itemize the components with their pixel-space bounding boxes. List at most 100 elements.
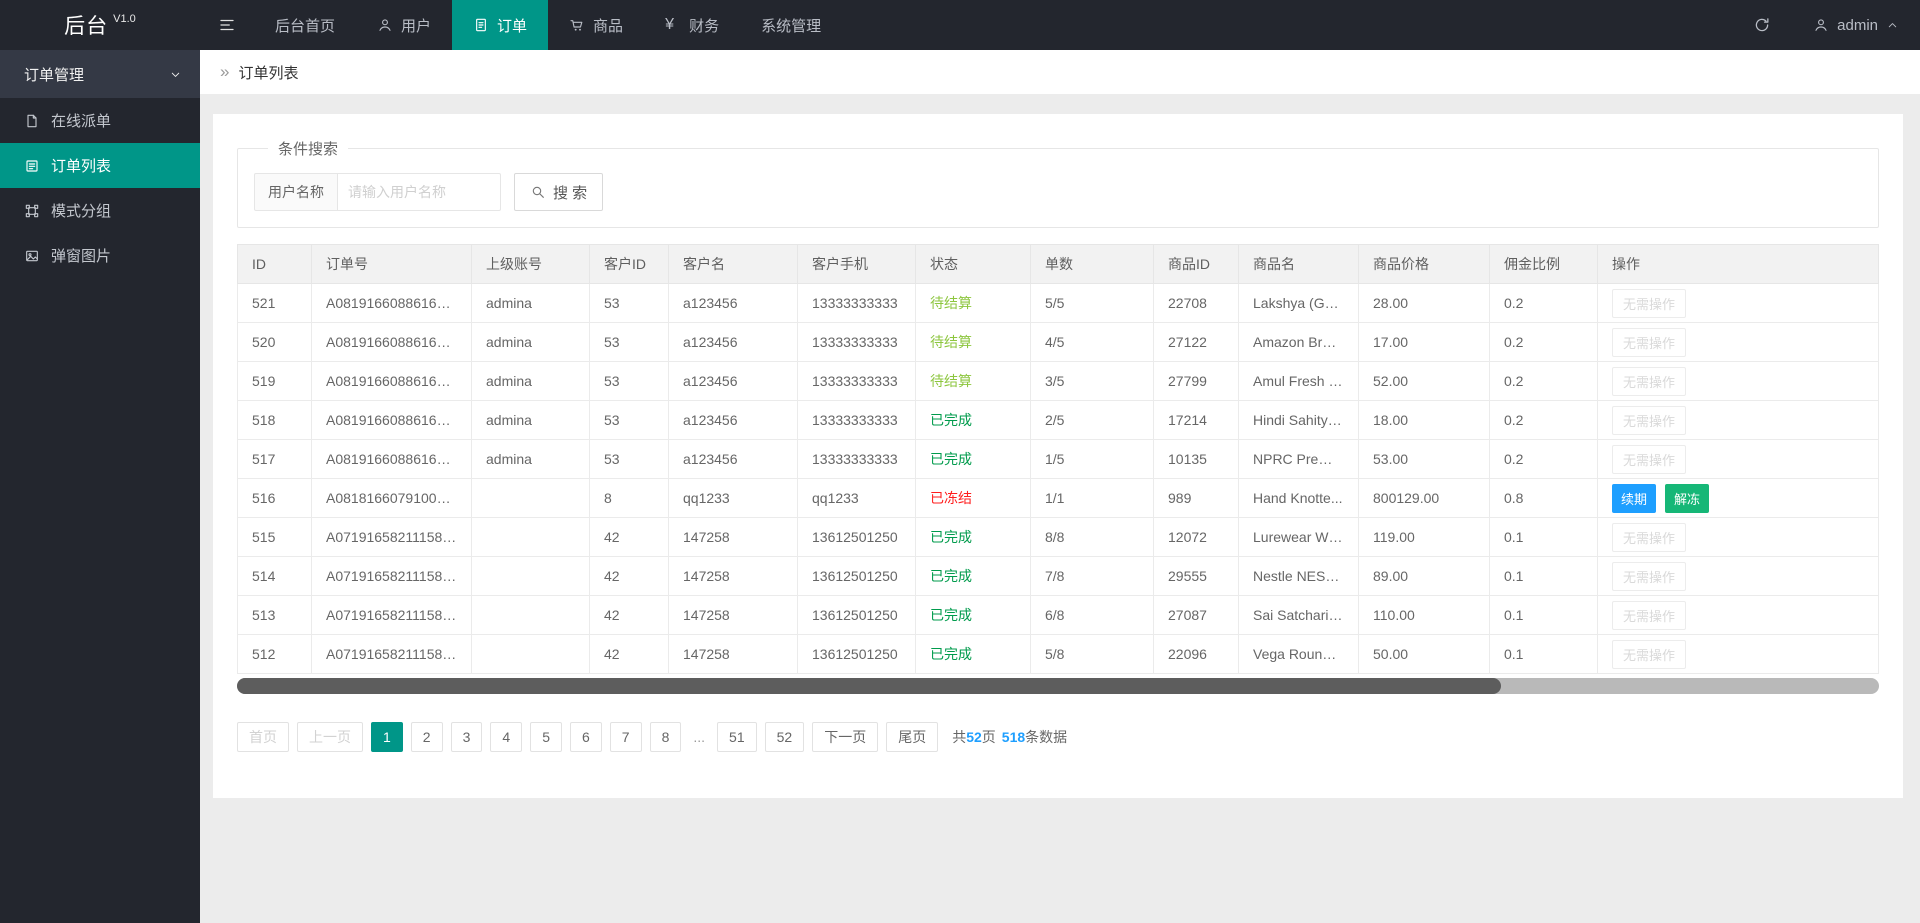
cell-price: 52.00 xyxy=(1359,362,1490,401)
page-5[interactable]: 5 xyxy=(530,722,562,752)
cell-parent xyxy=(472,557,590,596)
main-area: » 订单列表 条件搜索 用户名称 搜 xyxy=(200,50,1920,923)
summary-records-unit: 条数据 xyxy=(1025,729,1067,745)
page-2[interactable]: 2 xyxy=(411,722,443,752)
nav-tab-home[interactable]: 后台首页 xyxy=(254,0,356,50)
cell-id: 519 xyxy=(238,362,312,401)
cell-price: 110.00 xyxy=(1359,596,1490,635)
cell-parent: admina xyxy=(472,362,590,401)
yen-icon: ¥ xyxy=(665,17,681,33)
cell-product-name: Hindi Sahitya ... xyxy=(1239,401,1359,440)
nav-tab-goods[interactable]: 商品 xyxy=(548,0,644,50)
cell-parent: admina xyxy=(472,323,590,362)
page-3[interactable]: 3 xyxy=(451,722,483,752)
refresh-button[interactable] xyxy=(1732,0,1792,50)
nav-tab-label: 后台首页 xyxy=(275,15,335,36)
no-action-button: 无需操作 xyxy=(1612,328,1686,357)
scrollbar-thumb[interactable] xyxy=(237,678,1501,694)
brand-logo[interactable]: 后台V1.0 xyxy=(0,0,200,50)
cell-id: 512 xyxy=(238,635,312,674)
horizontal-scrollbar[interactable] xyxy=(237,678,1879,694)
top-navbar: 后台V1.0 后台首页用户订单商品¥财务系统管理 admin xyxy=(0,0,1920,50)
cell-product-name: Hand Knotte... xyxy=(1239,479,1359,518)
file-icon xyxy=(24,113,40,129)
search-legend: 条件搜索 xyxy=(268,138,348,159)
cell-order-no: A08191660886169163 xyxy=(312,284,472,323)
cell-product-name: Amul Fresh P... xyxy=(1239,362,1359,401)
username-input[interactable] xyxy=(338,173,501,211)
page-7[interactable]: 7 xyxy=(610,722,642,752)
cell-price: 53.00 xyxy=(1359,440,1490,479)
cell-parent xyxy=(472,479,590,518)
status-badge: 已完成 xyxy=(930,451,972,467)
sidebar-group-order-management[interactable]: 订单管理 xyxy=(0,50,200,98)
unfreeze-button[interactable]: 解冻 xyxy=(1665,484,1709,513)
nav-tab-system[interactable]: 系统管理 xyxy=(740,0,842,50)
status-badge: 待结算 xyxy=(930,373,972,389)
column-header: 客户ID xyxy=(590,245,669,284)
status-badge: 已冻结 xyxy=(930,490,972,506)
cart-icon xyxy=(569,17,585,33)
table-row: 513A071916582111588394214725813612501250… xyxy=(238,596,1879,635)
cell-ops: 无需操作 xyxy=(1598,596,1879,635)
cell-status: 待结算 xyxy=(916,323,1031,362)
sidebar-item-mode-group[interactable]: 模式分组 xyxy=(0,188,200,233)
page-last[interactable]: 尾页 xyxy=(886,722,938,752)
cell-customer-phone: 13333333333 xyxy=(798,323,916,362)
navbar-right: admin xyxy=(1732,0,1920,50)
cell-ratio: 0.8 xyxy=(1490,479,1598,518)
nav-tab-users[interactable]: 用户 xyxy=(356,0,452,50)
cell-ratio: 0.1 xyxy=(1490,596,1598,635)
top-nav-tabs: 后台首页用户订单商品¥财务系统管理 xyxy=(254,0,842,50)
cell-ratio: 0.1 xyxy=(1490,557,1598,596)
cell-count: 1/1 xyxy=(1031,479,1154,518)
menu-toggle-button[interactable] xyxy=(200,0,254,50)
page-4[interactable]: 4 xyxy=(490,722,522,752)
renew-button[interactable]: 续期 xyxy=(1612,484,1656,513)
cell-status: 待结算 xyxy=(916,284,1031,323)
cell-parent: admina xyxy=(472,401,590,440)
table-row: 512A071916582111583314214725813612501250… xyxy=(238,635,1879,674)
username-field-label: 用户名称 xyxy=(254,173,338,211)
nav-tab-finance[interactable]: ¥财务 xyxy=(644,0,740,50)
page-prev: 上一页 xyxy=(297,722,363,752)
column-header: 操作 xyxy=(1598,245,1879,284)
cell-status: 已完成 xyxy=(916,401,1031,440)
sidebar-group-label: 订单管理 xyxy=(24,64,84,85)
no-action-button: 无需操作 xyxy=(1612,406,1686,435)
nav-tab-orders[interactable]: 订单 xyxy=(452,0,548,50)
brand-version: V1.0 xyxy=(113,13,136,25)
cell-count: 1/5 xyxy=(1031,440,1154,479)
page-52[interactable]: 52 xyxy=(765,722,805,752)
column-header: 上级账号 xyxy=(472,245,590,284)
cell-customer-id: 42 xyxy=(590,557,669,596)
cell-customer-phone: 13333333333 xyxy=(798,284,916,323)
page-8[interactable]: 8 xyxy=(650,722,682,752)
cell-customer-name: qq1233 xyxy=(669,479,798,518)
search-button[interactable]: 搜 索 xyxy=(514,173,603,211)
page-next[interactable]: 下一页 xyxy=(812,722,878,752)
page-51[interactable]: 51 xyxy=(717,722,757,752)
sidebar-item-popup-image[interactable]: 弹窗图片 xyxy=(0,233,200,278)
cell-ops: 无需操作 xyxy=(1598,284,1879,323)
user-menu[interactable]: admin xyxy=(1792,0,1920,50)
page-6[interactable]: 6 xyxy=(570,722,602,752)
cell-ops: 无需操作 xyxy=(1598,518,1879,557)
summary-total-records: 518 xyxy=(1002,729,1025,745)
cell-product-name: Vega Round ... xyxy=(1239,635,1359,674)
chevron-down-icon xyxy=(169,68,182,81)
cell-customer-id: 42 xyxy=(590,596,669,635)
sidebar-item-online-dispatch[interactable]: 在线派单 xyxy=(0,98,200,143)
cell-price: 28.00 xyxy=(1359,284,1490,323)
status-badge: 已完成 xyxy=(930,607,972,623)
column-header: 单数 xyxy=(1031,245,1154,284)
sidebar-item-label: 弹窗图片 xyxy=(51,245,111,266)
sidebar-item-order-list[interactable]: 订单列表 xyxy=(0,143,200,188)
cell-id: 516 xyxy=(238,479,312,518)
cell-product-name: NPRC Premiu... xyxy=(1239,440,1359,479)
no-action-button: 无需操作 xyxy=(1612,445,1686,474)
cell-ops: 续期解冻 xyxy=(1598,479,1879,518)
pagination-buttons: 首页上一页12345678...5152下一页尾页 xyxy=(237,722,946,752)
cell-customer-id: 53 xyxy=(590,440,669,479)
cell-price: 800129.00 xyxy=(1359,479,1490,518)
